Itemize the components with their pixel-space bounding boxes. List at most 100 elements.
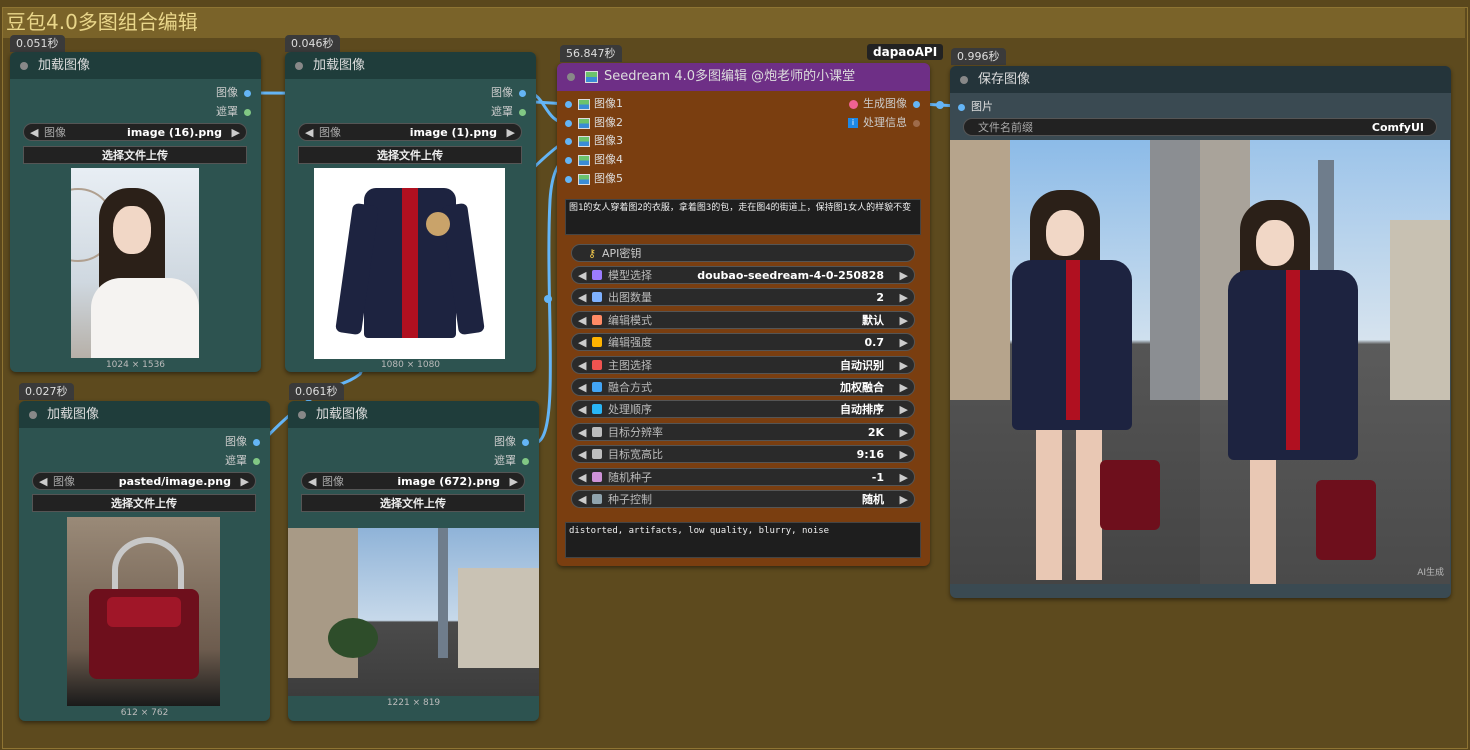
arrow-right-icon[interactable]: ▶ bbox=[900, 357, 908, 374]
node-title[interactable]: 加载图像 bbox=[285, 52, 536, 79]
arrow-left-icon[interactable]: ◀ bbox=[578, 446, 586, 463]
output-mask[interactable]: 遮罩 bbox=[491, 103, 526, 121]
input-image-4[interactable]: 图像4 bbox=[565, 151, 623, 169]
arrow-right-icon[interactable]: ▶ bbox=[900, 491, 908, 508]
arrow-left-icon[interactable]: ◀ bbox=[578, 267, 586, 284]
output-image-2[interactable]: AI生成 bbox=[1200, 140, 1450, 584]
input-image-1[interactable]: 图像1 bbox=[565, 95, 623, 113]
output-socket-icon[interactable] bbox=[253, 457, 260, 465]
image-file-combo[interactable]: ◀ 图像 pasted/image.png ▶ bbox=[32, 472, 256, 490]
arrow-right-icon[interactable]: ▶ bbox=[241, 473, 249, 491]
arrow-right-icon[interactable]: ▶ bbox=[900, 312, 908, 329]
arrow-right-icon[interactable]: ▶ bbox=[900, 267, 908, 284]
input-socket-icon[interactable] bbox=[565, 156, 572, 164]
output-socket-icon[interactable] bbox=[913, 100, 920, 108]
output-image[interactable]: 图像 bbox=[225, 433, 260, 451]
arrow-right-icon[interactable]: ▶ bbox=[900, 334, 908, 351]
output-socket-icon[interactable] bbox=[522, 438, 529, 446]
output-mask[interactable]: 遮罩 bbox=[494, 452, 529, 470]
upload-button[interactable]: 选择文件上传 bbox=[32, 494, 256, 512]
filename-prefix-field[interactable]: 文件名前缀 ComfyUI bbox=[963, 118, 1437, 136]
node-title[interactable]: Seedream 4.0多图编辑 @炮老师的小课堂 bbox=[557, 63, 930, 91]
widget-row[interactable]: ◀ 目标分辨率 2K ▶ bbox=[571, 422, 915, 441]
image-file-combo[interactable]: ◀ 图像 image (672).png ▶ bbox=[301, 472, 525, 490]
node-title[interactable]: 加载图像 bbox=[10, 52, 261, 79]
save-image-node[interactable]: 保存图像 图片 文件名前缀 ComfyUI AI生成 bbox=[950, 66, 1451, 598]
arrow-left-icon[interactable]: ◀ bbox=[578, 312, 586, 329]
input-socket-icon[interactable] bbox=[565, 119, 572, 127]
output-socket-icon[interactable] bbox=[244, 89, 251, 97]
seedream-edit-node[interactable]: Seedream 4.0多图编辑 @炮老师的小课堂 图像1 图像2 图像3 图像… bbox=[557, 63, 930, 566]
widget-row[interactable]: ◀ 种子控制 随机 ▶ bbox=[571, 490, 915, 508]
image-file-combo[interactable]: ◀ 图像 image (1).png ▶ bbox=[298, 123, 522, 141]
output-socket-icon[interactable] bbox=[519, 89, 526, 97]
arrow-left-icon[interactable]: ◀ bbox=[308, 473, 316, 491]
collapse-dot-icon[interactable] bbox=[29, 411, 37, 419]
input-socket-icon[interactable] bbox=[958, 103, 965, 111]
input-socket-icon[interactable] bbox=[565, 137, 572, 145]
arrow-right-icon[interactable]: ▶ bbox=[900, 289, 908, 306]
arrow-left-icon[interactable]: ◀ bbox=[578, 379, 586, 396]
widget-row[interactable]: ◀ 随机种子 -1 ▶ bbox=[571, 467, 915, 486]
widget-row[interactable]: ◀ 编辑模式 默认 ▶ bbox=[571, 310, 915, 329]
output-image[interactable]: 图像 bbox=[491, 84, 526, 102]
input-image-3[interactable]: 图像3 bbox=[565, 132, 623, 150]
widget-row[interactable]: ◀ 编辑强度 0.7 ▶ bbox=[571, 333, 915, 352]
load-image-node-3[interactable]: 加载图像 图像 遮罩 ◀ 图像 pasted/image.png ▶ 选择文件上… bbox=[19, 401, 270, 721]
widget-row[interactable]: ◀ 目标宽高比 9:16 ▶ bbox=[571, 445, 915, 464]
load-image-node-2[interactable]: 加载图像 图像 遮罩 ◀ 图像 image (1).png ▶ 选择文件上传 1… bbox=[285, 52, 536, 372]
load-image-node-4[interactable]: 加载图像 图像 遮罩 ◀ 图像 image (672).png ▶ 选择文件上传… bbox=[288, 401, 539, 721]
arrow-right-icon[interactable]: ▶ bbox=[900, 401, 908, 418]
output-socket-icon[interactable] bbox=[913, 119, 920, 127]
arrow-right-icon[interactable]: ▶ bbox=[232, 124, 240, 142]
widget-row[interactable]: ◀ 主图选择 自动识别 ▶ bbox=[571, 355, 915, 374]
input-images[interactable]: 图片 bbox=[958, 98, 993, 116]
output-socket-icon[interactable] bbox=[519, 108, 526, 116]
output-mask[interactable]: 遮罩 bbox=[216, 103, 251, 121]
input-image-5[interactable]: 图像5 bbox=[565, 170, 623, 188]
arrow-right-icon[interactable]: ▶ bbox=[900, 446, 908, 463]
upload-button[interactable]: 选择文件上传 bbox=[301, 494, 525, 512]
output-socket-icon[interactable] bbox=[244, 108, 251, 116]
image-file-combo[interactable]: ◀ 图像 image (16).png ▶ bbox=[23, 123, 247, 141]
arrow-right-icon[interactable]: ▶ bbox=[900, 379, 908, 396]
arrow-left-icon[interactable]: ◀ bbox=[578, 491, 586, 508]
arrow-right-icon[interactable]: ▶ bbox=[510, 473, 518, 491]
arrow-left-icon[interactable]: ◀ bbox=[578, 469, 586, 486]
widget-row[interactable]: ◀ 出图数量 2 ▶ bbox=[571, 288, 915, 307]
collapse-dot-icon[interactable] bbox=[20, 62, 28, 70]
arrow-left-icon[interactable]: ◀ bbox=[39, 473, 47, 491]
collapse-dot-icon[interactable] bbox=[295, 62, 303, 70]
output-process-info[interactable]: i 处理信息 bbox=[848, 114, 920, 132]
output-generated-image[interactable]: 生成图像 bbox=[849, 95, 920, 113]
load-image-node-1[interactable]: 加载图像 图像 遮罩 ◀ 图像 image (16).png ▶ 选择文件上传 … bbox=[10, 52, 261, 372]
output-socket-icon[interactable] bbox=[522, 457, 529, 465]
arrow-right-icon[interactable]: ▶ bbox=[900, 424, 908, 441]
arrow-left-icon[interactable]: ◀ bbox=[578, 357, 586, 374]
widget-row[interactable]: ◀ 模型选择 doubao-seedream-4-0-250828 ▶ bbox=[571, 266, 915, 284]
output-socket-icon[interactable] bbox=[253, 438, 260, 446]
api-key-field[interactable]: ⚷ API密钥 bbox=[571, 244, 915, 262]
node-title[interactable]: 保存图像 bbox=[950, 66, 1451, 93]
upload-button[interactable]: 选择文件上传 bbox=[298, 146, 522, 164]
arrow-left-icon[interactable]: ◀ bbox=[30, 124, 38, 142]
input-socket-icon[interactable] bbox=[565, 100, 572, 108]
arrow-left-icon[interactable]: ◀ bbox=[578, 289, 586, 306]
group-title[interactable]: 豆包4.0多图组合编辑 bbox=[3, 8, 1465, 38]
widget-row[interactable]: ◀ 融合方式 加权融合 ▶ bbox=[571, 378, 915, 396]
collapse-dot-icon[interactable] bbox=[298, 411, 306, 419]
output-image-1[interactable] bbox=[950, 140, 1200, 584]
arrow-right-icon[interactable]: ▶ bbox=[507, 124, 515, 142]
collapse-dot-icon[interactable] bbox=[567, 73, 575, 81]
arrow-left-icon[interactable]: ◀ bbox=[578, 424, 586, 441]
input-image-2[interactable]: 图像2 bbox=[565, 114, 623, 132]
collapse-dot-icon[interactable] bbox=[960, 76, 968, 84]
node-title[interactable]: 加载图像 bbox=[19, 401, 270, 428]
output-mask[interactable]: 遮罩 bbox=[225, 452, 260, 470]
arrow-left-icon[interactable]: ◀ bbox=[578, 334, 586, 351]
arrow-right-icon[interactable]: ▶ bbox=[900, 469, 908, 486]
output-image[interactable]: 图像 bbox=[216, 84, 251, 102]
upload-button[interactable]: 选择文件上传 bbox=[23, 146, 247, 164]
negative-prompt-textarea[interactable]: distorted, artifacts, low quality, blurr… bbox=[565, 522, 921, 558]
output-image[interactable]: 图像 bbox=[494, 433, 529, 451]
